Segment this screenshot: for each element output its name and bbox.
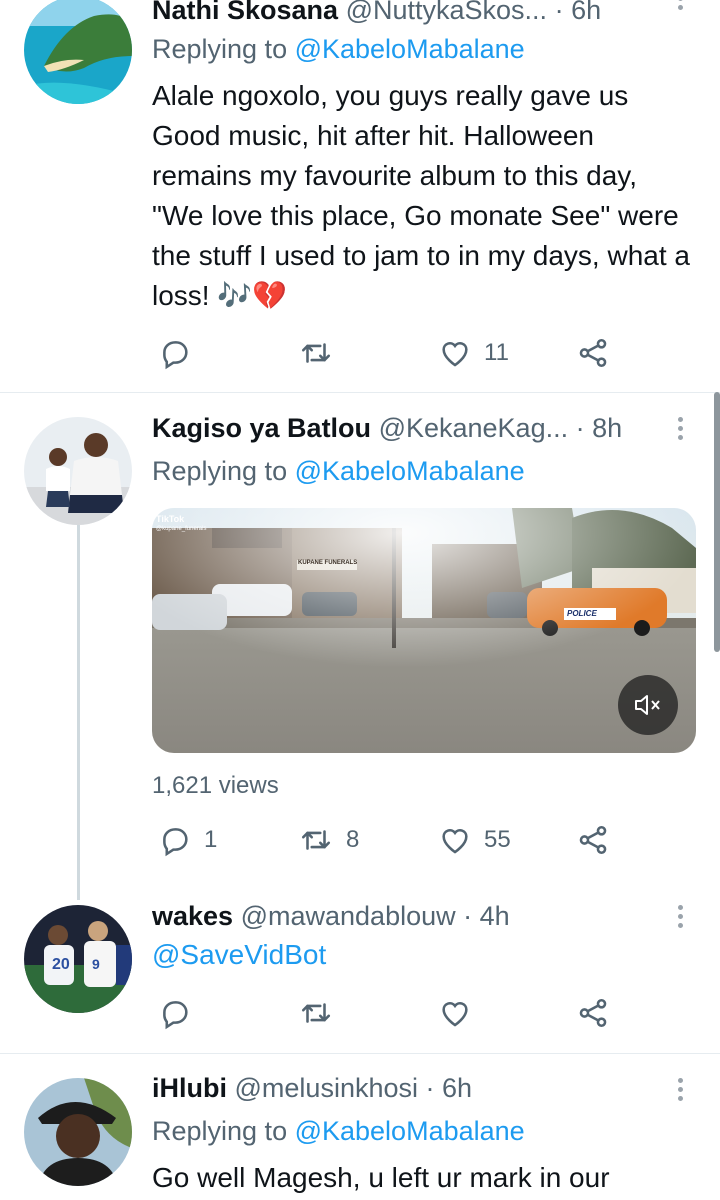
action-bar: 11	[152, 333, 632, 373]
user-handle[interactable]: @NuttykaSkos...	[346, 0, 547, 25]
tweet-header: iHlubi @melusinkhosi · 6h	[152, 1072, 656, 1104]
display-name[interactable]: wakes	[152, 901, 233, 931]
display-name[interactable]: iHlubi	[152, 1073, 227, 1103]
tweet-text: Alale ngoxolo, you guys really gave us G…	[152, 80, 690, 311]
avatar[interactable]	[24, 417, 132, 525]
tweet-header: Nathi Skosana @NuttykaSkos... · 6h	[152, 0, 656, 26]
retweet-icon	[301, 830, 331, 850]
replying-to-mention[interactable]: @KabeloMabalane	[295, 1116, 525, 1146]
like-count: 55	[484, 826, 511, 853]
watermark-user: @kupane_funerals	[156, 526, 207, 532]
mute-button[interactable]	[618, 675, 678, 735]
replying-to: Replying to @KabeloMabalane	[152, 454, 525, 488]
share-button[interactable]	[576, 333, 610, 373]
avatar[interactable]	[24, 1078, 132, 1186]
retweet-button[interactable]	[298, 333, 346, 373]
more-options-icon[interactable]	[676, 0, 684, 10]
tweet-header: Kagiso ya Batlou @KekaneKag... · 8h	[152, 412, 656, 444]
watermark-label: TikTok	[156, 514, 185, 524]
more-options-icon[interactable]	[676, 1078, 684, 1101]
replying-prefix: Replying to	[152, 1116, 295, 1146]
retweet-icon	[301, 343, 331, 363]
avatar[interactable]	[24, 0, 132, 104]
share-button[interactable]	[576, 993, 610, 1033]
mute-icon	[635, 695, 660, 715]
heart-icon	[442, 342, 468, 367]
tweet-text[interactable]: @SaveVidBot	[152, 935, 692, 975]
like-button[interactable]	[438, 993, 484, 1033]
reply-icon	[163, 828, 188, 857]
reply-button[interactable]: 1	[158, 820, 217, 860]
replying-to-mention[interactable]: @KabeloMabalane	[295, 456, 525, 486]
reply-button[interactable]	[158, 333, 204, 373]
reply-icon	[163, 341, 188, 370]
timestamp[interactable]: · 6h	[555, 0, 602, 25]
timestamp[interactable]: · 8h	[576, 413, 623, 443]
like-count: 11	[484, 339, 509, 366]
reply-button[interactable]	[158, 993, 204, 1033]
svg-text:9: 9	[92, 956, 100, 972]
share-button[interactable]	[576, 820, 610, 860]
retweet-button[interactable]	[298, 993, 346, 1033]
reply-icon	[163, 1001, 188, 1030]
tweet-text: Go well Magesh, u left ur mark in our	[152, 1162, 610, 1193]
heart-icon	[442, 829, 468, 854]
heart-icon	[442, 1002, 468, 1027]
video-player[interactable]: TikTok @kupane_funerals KUPANE FUNERALS …	[152, 508, 696, 753]
replying-to: Replying to @KabeloMabalane	[152, 1114, 525, 1148]
tweet-header: wakes @mawandablouw · 4h	[152, 900, 656, 932]
like-button[interactable]: 55	[438, 820, 511, 860]
tweet-4[interactable]: iHlubi @melusinkhosi · 6h Replying to @K…	[0, 1054, 720, 1200]
action-bar	[152, 993, 632, 1033]
more-options-icon[interactable]	[676, 417, 684, 440]
replying-to-mention[interactable]: @KabeloMabalane	[295, 34, 525, 64]
police-text: POLICE	[567, 609, 597, 618]
display-name[interactable]: Nathi Skosana	[152, 0, 338, 25]
timestamp[interactable]: · 4h	[463, 901, 510, 931]
retweet-count: 8	[346, 826, 360, 853]
tiktok-watermark: TikTok @kupane_funerals	[156, 514, 206, 534]
timestamp[interactable]: · 6h	[426, 1073, 473, 1103]
retweet-button[interactable]: 8	[298, 820, 359, 860]
user-handle[interactable]: @mawandablouw	[241, 901, 456, 931]
view-count: 1,621 views	[152, 772, 279, 799]
share-icon	[579, 998, 607, 1028]
retweet-icon	[301, 1003, 331, 1023]
action-bar: 1 8 55	[152, 820, 632, 860]
display-name[interactable]: Kagiso ya Batlou	[152, 413, 371, 443]
more-options-icon[interactable]	[676, 905, 684, 928]
svg-text:20: 20	[52, 956, 70, 973]
share-icon	[579, 825, 607, 855]
like-button[interactable]: 11	[438, 333, 509, 373]
user-handle[interactable]: @melusinkhosi	[235, 1073, 418, 1103]
replying-prefix: Replying to	[152, 34, 295, 64]
user-handle[interactable]: @KekaneKag...	[379, 413, 569, 443]
reply-count: 1	[204, 826, 218, 853]
share-icon	[579, 338, 607, 368]
video-frame	[152, 508, 696, 753]
avatar[interactable]: 20 9	[24, 905, 132, 1013]
tweet-3[interactable]: 20 9 wakes @mawandablouw · 4h @SaveVidBo…	[0, 883, 720, 1053]
replying-to: Replying to @KabeloMabalane	[152, 32, 525, 66]
thread-line	[77, 525, 80, 900]
tweet-1[interactable]: Nathi Skosana @NuttykaSkos... · 6h Reply…	[0, 0, 720, 392]
replying-prefix: Replying to	[152, 456, 295, 486]
sign-text: KUPANE FUNERALS	[298, 560, 358, 566]
